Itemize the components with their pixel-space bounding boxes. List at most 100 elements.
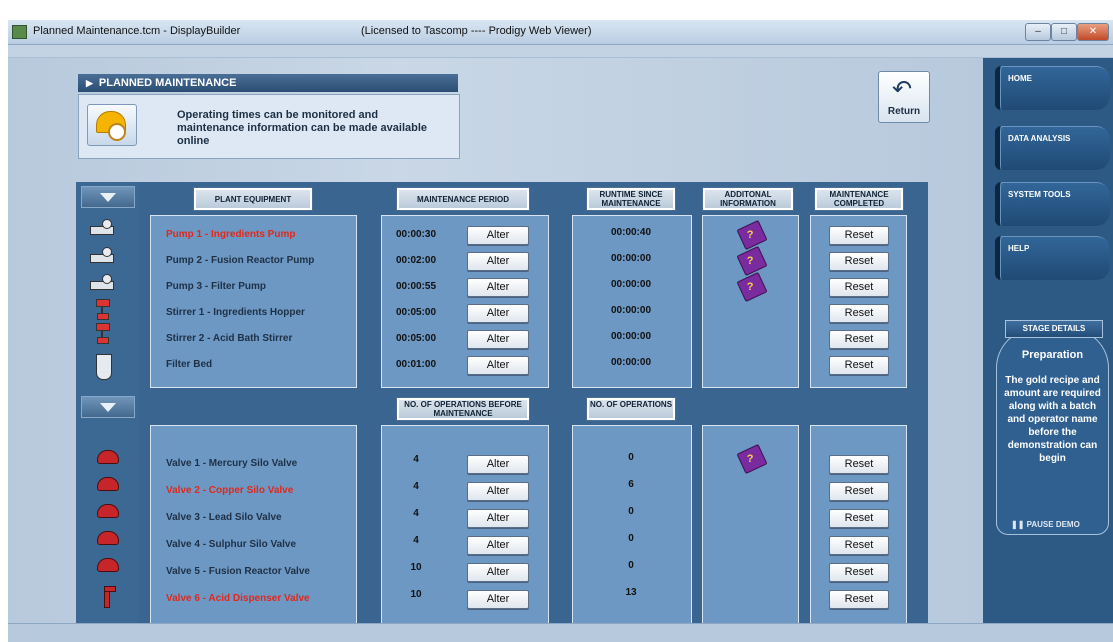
triangle-down-icon bbox=[100, 403, 116, 412]
maintenance-period-value: 00:00:30 bbox=[395, 229, 437, 240]
column-header-operations-before: NO. OF OPERATIONS BEFORE MAINTENANCE bbox=[396, 397, 530, 421]
reset-button[interactable]: Reset bbox=[829, 252, 889, 271]
helmet-clock-icon bbox=[87, 104, 137, 146]
alter-button[interactable]: Alter bbox=[467, 536, 529, 555]
question-mark-icon: ? bbox=[746, 452, 754, 465]
collapse-top-button[interactable] bbox=[81, 186, 135, 208]
valve-icon bbox=[92, 477, 124, 491]
return-arrow-icon: ↶ bbox=[892, 76, 913, 103]
collapse-bottom-button[interactable] bbox=[81, 396, 135, 418]
alter-button[interactable]: Alter bbox=[467, 252, 529, 271]
nav-system-tools[interactable]: SYSTEM TOOLS bbox=[995, 182, 1110, 226]
operations-before-value: 10 bbox=[410, 589, 422, 600]
runtime-value: 00:00:40 bbox=[610, 227, 652, 238]
reset-button[interactable]: Reset bbox=[829, 509, 889, 528]
column-header-maintenance-completed: MAINTENANCE COMPLETED bbox=[814, 187, 904, 211]
reset-button[interactable]: Reset bbox=[829, 536, 889, 555]
equipment-name: Pump 2 - Fusion Reactor Pump bbox=[166, 255, 315, 266]
stage-text: The gold recipe and amount are required … bbox=[1004, 375, 1101, 464]
maintenance-grid: PLANT EQUIPMENT MAINTENANCE PERIOD RUNTI… bbox=[76, 182, 928, 635]
column-header-operations: NO. OF OPERATIONS bbox=[586, 397, 676, 421]
operations-before-value: 10 bbox=[410, 562, 422, 573]
operations-value: 0 bbox=[628, 533, 634, 544]
runtime-value: 00:00:00 bbox=[610, 357, 652, 368]
alter-button[interactable]: Alter bbox=[467, 356, 529, 375]
page-header: ▶ PLANNED MAINTENANCE bbox=[78, 74, 458, 92]
title-bar: Planned Maintenance.tcm - DisplayBuilder… bbox=[8, 20, 1113, 45]
alter-button[interactable]: Alter bbox=[467, 304, 529, 323]
nav-data-analysis[interactable]: DATA ANALYSIS bbox=[995, 126, 1110, 170]
alter-button[interactable]: Alter bbox=[467, 590, 529, 609]
reset-button[interactable]: Reset bbox=[829, 563, 889, 582]
pause-demo-button[interactable]: ❚❚ PAUSE DEMO bbox=[1011, 520, 1080, 529]
app-window: Planned Maintenance.tcm - DisplayBuilder… bbox=[8, 20, 1113, 642]
alter-button[interactable]: Alter bbox=[467, 226, 529, 245]
equipment-name: Filter Bed bbox=[166, 359, 213, 370]
runtime-value: 00:00:00 bbox=[610, 331, 652, 342]
reset-button[interactable]: Reset bbox=[829, 455, 889, 474]
pump-icon bbox=[84, 274, 118, 292]
valve-name: Valve 1 - Mercury Silo Valve bbox=[166, 458, 298, 469]
column-header-maintenance-period: MAINTENANCE PERIOD bbox=[396, 187, 530, 211]
operations-before-value: 4 bbox=[413, 508, 419, 519]
minimize-button[interactable]: – bbox=[1025, 23, 1051, 41]
sidebar: HOME DATA ANALYSIS SYSTEM TOOLS HELP Pre… bbox=[983, 58, 1113, 623]
alter-button[interactable]: Alter bbox=[467, 278, 529, 297]
operations-value: 6 bbox=[628, 479, 634, 490]
stage-details-header: STAGE DETAILS bbox=[1005, 320, 1103, 338]
window-title: Planned Maintenance.tcm - DisplayBuilder bbox=[33, 25, 241, 37]
alter-button[interactable]: Alter bbox=[467, 455, 529, 474]
reset-button[interactable]: Reset bbox=[829, 590, 889, 609]
reset-button[interactable]: Reset bbox=[829, 356, 889, 375]
operations-before-value: 4 bbox=[413, 454, 419, 465]
column-header-additional-info: ADDITONAL INFORMATION bbox=[702, 187, 794, 211]
runtime-value: 00:00:00 bbox=[610, 305, 652, 316]
equipment-icon-column bbox=[76, 182, 138, 635]
return-button[interactable]: ↶ Return bbox=[878, 71, 930, 123]
nav-home[interactable]: HOME bbox=[995, 66, 1110, 110]
license-text: (Licensed to Tascomp ---- Prodigy Web Vi… bbox=[361, 25, 592, 37]
operations-before-value: 4 bbox=[413, 481, 419, 492]
question-mark-icon: ? bbox=[746, 228, 754, 241]
alter-button[interactable]: Alter bbox=[467, 509, 529, 528]
valve-name: Valve 3 - Lead Silo Valve bbox=[166, 512, 282, 523]
stage-title: Preparation bbox=[1021, 349, 1084, 361]
reset-button[interactable]: Reset bbox=[829, 278, 889, 297]
alter-button[interactable]: Alter bbox=[467, 482, 529, 501]
valve-icon bbox=[92, 450, 124, 464]
question-mark-icon: ? bbox=[746, 280, 754, 293]
runtime-value: 00:00:00 bbox=[610, 253, 652, 264]
maintenance-period-value: 00:01:00 bbox=[395, 359, 437, 370]
valve-icon bbox=[92, 531, 124, 545]
stirrer-icon bbox=[96, 299, 110, 321]
filter-icon bbox=[96, 354, 112, 380]
equipment-name: Pump 1 - Ingredients Pump bbox=[166, 229, 296, 240]
operations-value: 13 bbox=[625, 587, 637, 598]
valve-name: Valve 6 - Acid Dispenser Valve bbox=[166, 593, 310, 604]
app-icon bbox=[12, 25, 27, 39]
stage-details-panel: Preparation The gold recipe and amount a… bbox=[996, 328, 1109, 535]
maximize-button[interactable]: □ bbox=[1051, 23, 1077, 41]
reset-button[interactable]: Reset bbox=[829, 304, 889, 323]
maintenance-period-value: 00:05:00 bbox=[395, 307, 437, 318]
close-button[interactable]: ✕ bbox=[1077, 23, 1109, 41]
pump-icon bbox=[84, 247, 118, 265]
equipment-name: Stirrer 2 - Acid Bath Stirrer bbox=[166, 333, 293, 344]
description-text: Operating times can be monitored and mai… bbox=[177, 109, 428, 147]
pump-icon bbox=[84, 219, 118, 237]
stirrer-icon bbox=[96, 323, 110, 345]
maintenance-period-value: 00:00:55 bbox=[395, 281, 437, 292]
equipment-name: Stirrer 1 - Ingredients Hopper bbox=[166, 307, 305, 318]
reset-button[interactable]: Reset bbox=[829, 226, 889, 245]
alter-button[interactable]: Alter bbox=[467, 330, 529, 349]
maintenance-period-value: 00:05:00 bbox=[395, 333, 437, 344]
alter-button[interactable]: Alter bbox=[467, 563, 529, 582]
reset-button[interactable]: Reset bbox=[829, 330, 889, 349]
nav-help[interactable]: HELP bbox=[995, 236, 1110, 280]
valve-name: Valve 2 - Copper Silo Valve bbox=[166, 485, 294, 496]
triangle-down-icon bbox=[100, 193, 116, 202]
reset-button[interactable]: Reset bbox=[829, 482, 889, 501]
page-title: PLANNED MAINTENANCE bbox=[98, 77, 237, 89]
valve-icon bbox=[92, 558, 124, 572]
operations-value: 0 bbox=[628, 560, 634, 571]
